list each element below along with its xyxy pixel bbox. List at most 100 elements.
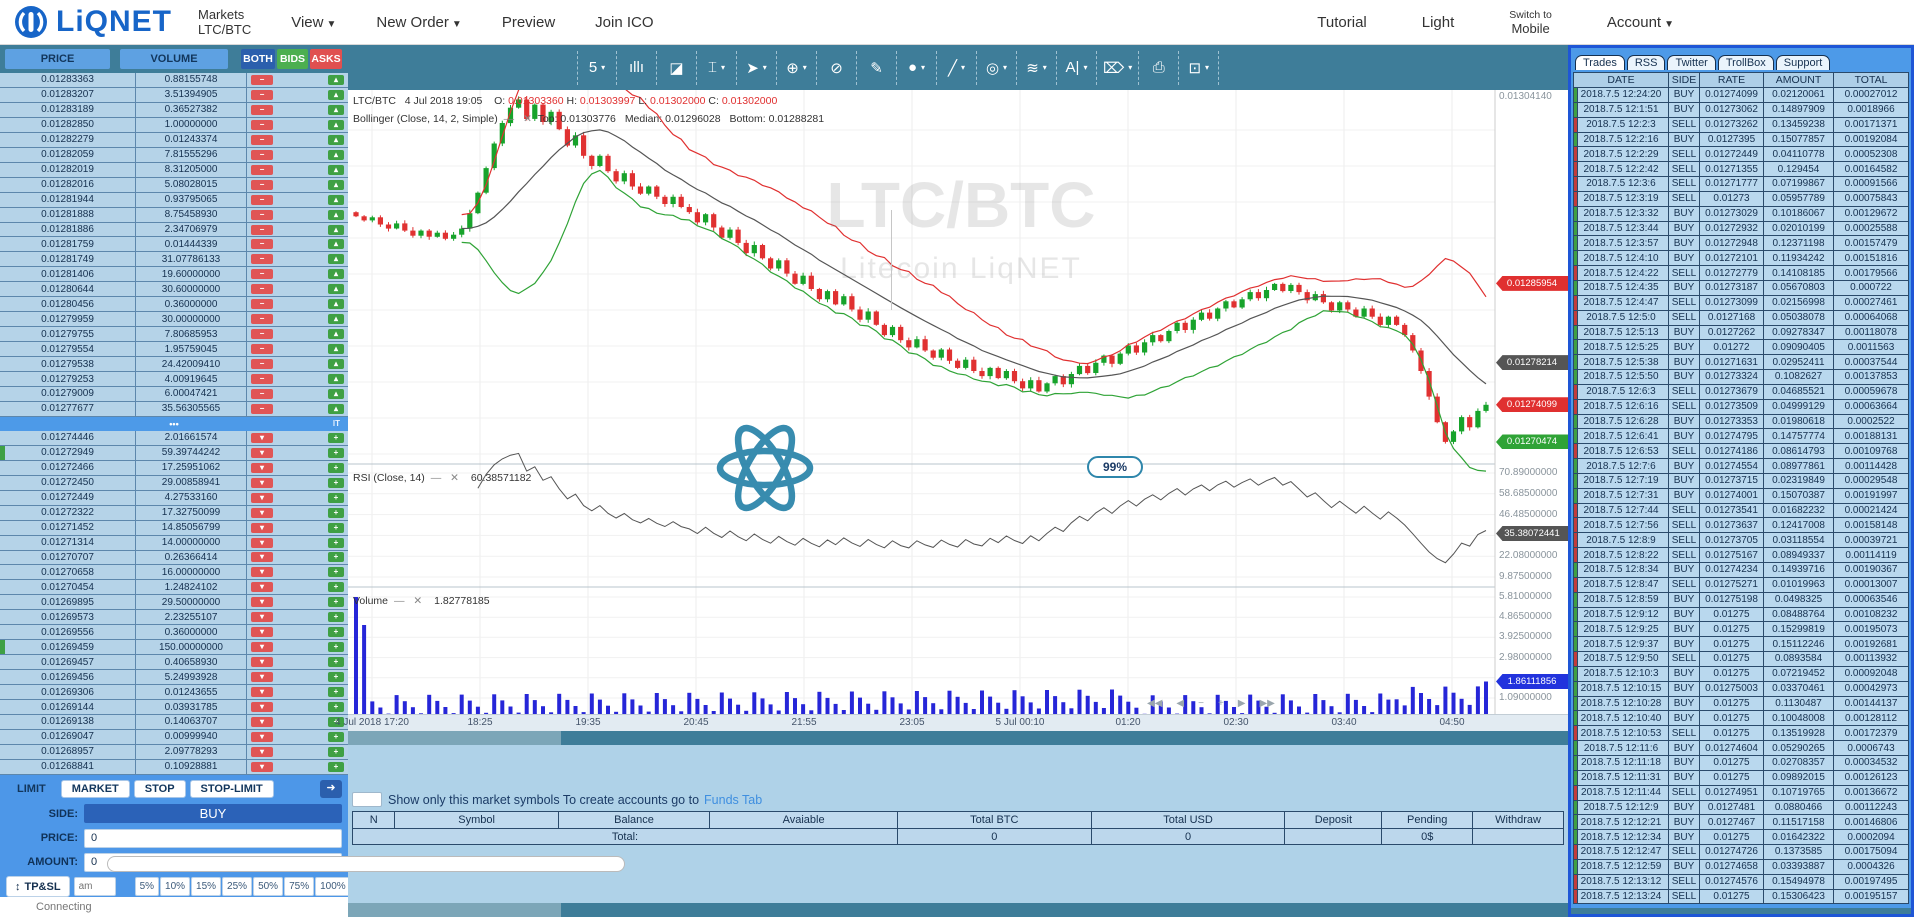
remove-ask-button[interactable]: − bbox=[251, 388, 273, 399]
ask-up-button[interactable]: ▴ bbox=[328, 194, 344, 205]
order-tab-market[interactable]: MARKET bbox=[60, 779, 130, 798]
percent-button-75[interactable]: 75% bbox=[284, 877, 315, 896]
remove-bid-button[interactable]: ▾ bbox=[251, 567, 273, 578]
remove-ask-button[interactable]: − bbox=[251, 254, 273, 265]
ask-up-button[interactable]: ▴ bbox=[328, 284, 344, 295]
bottom-scrollbar-thumb[interactable] bbox=[561, 903, 1568, 917]
more-tabs-button[interactable]: ➜ bbox=[320, 779, 342, 798]
point-tool-button[interactable]: ● ▾ bbox=[897, 50, 937, 85]
bid-row[interactable]: 0.01272322 17.32750099 ▾ + bbox=[0, 505, 348, 521]
spread-separator[interactable]: ••• lT bbox=[0, 416, 348, 431]
add-bid-button[interactable]: + bbox=[328, 761, 344, 772]
bid-row[interactable]: 0.01269047 0.00999940 ▾ + bbox=[0, 729, 348, 745]
percent-button-25[interactable]: 25% bbox=[222, 877, 253, 896]
step-forward-button[interactable]: ▶ bbox=[1238, 698, 1246, 709]
ask-row[interactable]: 0.01280644 30.60000000− ▴ bbox=[0, 282, 348, 298]
switch-to-mobile-link[interactable]: Switch to Mobile bbox=[1509, 9, 1552, 35]
remove-ask-button[interactable]: − bbox=[251, 209, 273, 220]
ask-row[interactable]: 0.01279538 24.42009410− ▴ bbox=[0, 357, 348, 373]
bid-row[interactable]: 0.01270454 1.24824102 ▾ + bbox=[0, 580, 348, 596]
remove-bid-button[interactable]: ▾ bbox=[251, 672, 273, 683]
ask-up-button[interactable]: ▴ bbox=[328, 239, 344, 250]
zoom-out-button[interactable]: − bbox=[1198, 698, 1204, 709]
bid-row[interactable]: 0.01269573 2.23255107 ▾ + bbox=[0, 610, 348, 626]
remove-ask-button[interactable]: − bbox=[251, 149, 273, 160]
tpsl-button[interactable]: ↕ TP&SL bbox=[6, 876, 70, 897]
hide-drawings-button[interactable]: ⊘ bbox=[817, 50, 857, 85]
ask-row[interactable]: 0.01277677 35.56305565− ▴ bbox=[0, 401, 348, 417]
remove-ask-button[interactable]: − bbox=[251, 269, 273, 280]
interval-select-button[interactable]: 5 ▾ bbox=[577, 50, 617, 85]
add-bid-button[interactable]: + bbox=[328, 462, 344, 473]
ask-up-button[interactable]: ▴ bbox=[328, 374, 344, 385]
bid-row[interactable]: 0.01272466 17.25951062 ▾ + bbox=[0, 460, 348, 476]
ask-row[interactable]: 0.01279755 7.80685953− ▴ bbox=[0, 327, 348, 343]
delete-tool-button[interactable]: ⌦ ▾ bbox=[1097, 50, 1140, 85]
collapse-icon[interactable]: — bbox=[504, 113, 515, 125]
nav-item-new-order[interactable]: New Order ▼ bbox=[376, 14, 461, 31]
remove-bid-button[interactable]: ▾ bbox=[251, 761, 273, 772]
ask-up-button[interactable]: ▴ bbox=[328, 209, 344, 220]
candle-type-button[interactable]: ⌶ ▾ bbox=[697, 50, 737, 85]
chart-style-button[interactable]: ◪ bbox=[657, 50, 697, 85]
remove-ask-button[interactable]: − bbox=[251, 74, 273, 85]
remove-ask-button[interactable]: − bbox=[251, 344, 273, 355]
remove-bid-button[interactable]: ▾ bbox=[251, 477, 273, 488]
ask-row[interactable]: 0.01282019 8.31205000− ▴ bbox=[0, 162, 348, 178]
remove-ask-button[interactable]: − bbox=[251, 179, 273, 190]
add-bid-button[interactable]: + bbox=[328, 731, 344, 742]
add-bid-button[interactable]: + bbox=[328, 522, 344, 533]
bid-row[interactable]: 0.01270658 16.00000000 ▾ + bbox=[0, 565, 348, 581]
add-bid-button[interactable]: + bbox=[328, 746, 344, 757]
step-back-button[interactable]: ◀ bbox=[1176, 698, 1184, 709]
ask-up-button[interactable]: ▴ bbox=[328, 74, 344, 85]
remove-bid-button[interactable]: ▾ bbox=[251, 597, 273, 608]
text-tool-button[interactable]: A| ▾ bbox=[1057, 50, 1097, 85]
remove-ask-button[interactable]: − bbox=[251, 239, 273, 250]
percent-button-50[interactable]: 50% bbox=[253, 877, 284, 896]
pattern-tool-button[interactable]: ≋ ▾ bbox=[1017, 50, 1057, 85]
ask-up-button[interactable]: ▴ bbox=[328, 403, 344, 414]
remove-ask-button[interactable]: − bbox=[251, 119, 273, 130]
trades-scrollbar[interactable] bbox=[1571, 908, 1911, 914]
fib-tool-button[interactable]: ◎ ▾ bbox=[977, 50, 1017, 85]
bid-row[interactable]: 0.01268841 0.10928881 ▾ + bbox=[0, 759, 348, 775]
ask-row[interactable]: 0.01279554 1.95759045− ▴ bbox=[0, 342, 348, 358]
percent-button-5[interactable]: 5% bbox=[134, 877, 160, 896]
measure-tool-button[interactable]: ⊡ ▾ bbox=[1179, 50, 1220, 85]
add-bid-button[interactable]: + bbox=[328, 552, 344, 563]
add-bid-button[interactable]: + bbox=[328, 492, 344, 503]
add-bid-button[interactable]: + bbox=[328, 432, 344, 443]
add-bid-button[interactable]: + bbox=[328, 612, 344, 623]
bid-row[interactable]: 0.01272449 4.27533160 ▾ + bbox=[0, 490, 348, 506]
collapse-icon[interactable]: — bbox=[394, 595, 405, 607]
zoom-tool-button[interactable]: ⊕ ▾ bbox=[777, 50, 817, 85]
bid-row[interactable]: 0.01272949 59.39744242 ▾ + bbox=[0, 445, 348, 461]
ask-up-button[interactable]: ▴ bbox=[328, 254, 344, 265]
ask-up-button[interactable]: ▴ bbox=[328, 329, 344, 340]
order-tab-limit[interactable]: LIMIT bbox=[6, 780, 57, 798]
ask-row[interactable]: 0.01281944 0.93795065− ▴ bbox=[0, 192, 348, 208]
remove-bid-button[interactable]: ▾ bbox=[251, 447, 273, 458]
ask-up-button[interactable]: ▴ bbox=[328, 179, 344, 190]
ask-up-button[interactable]: ▴ bbox=[328, 314, 344, 325]
remove-ask-button[interactable]: − bbox=[251, 89, 273, 100]
funds-tab-link[interactable]: Funds Tab bbox=[704, 793, 762, 807]
close-icon[interactable]: ✕ bbox=[523, 113, 532, 125]
collapse-icon[interactable]: — bbox=[431, 472, 442, 484]
ask-row[interactable]: 0.01283189 0.36527382− ▴ bbox=[0, 102, 348, 118]
market-symbols-checkbox[interactable] bbox=[352, 792, 382, 807]
close-icon[interactable]: ✕ bbox=[413, 595, 422, 607]
add-bid-button[interactable]: + bbox=[328, 657, 344, 668]
nav-item-preview[interactable]: Preview bbox=[502, 14, 555, 31]
ask-row[interactable]: 0.01281888 8.75458930− ▴ bbox=[0, 207, 348, 223]
remove-bid-button[interactable]: ▾ bbox=[251, 702, 273, 712]
remove-bid-button[interactable]: ▾ bbox=[251, 657, 273, 668]
bid-row[interactable]: 0.01268957 2.09778293 ▾ + bbox=[0, 744, 348, 760]
remove-ask-button[interactable]: − bbox=[251, 314, 273, 325]
theme-toggle[interactable]: Light bbox=[1422, 14, 1455, 31]
tutorial-link[interactable]: Tutorial bbox=[1317, 14, 1366, 31]
brush-tool-button[interactable]: ✎ bbox=[857, 50, 897, 85]
go-end-button[interactable]: ▶▶ bbox=[1259, 698, 1274, 709]
ask-row[interactable]: 0.01282850 1.00000000− ▴ bbox=[0, 117, 348, 133]
